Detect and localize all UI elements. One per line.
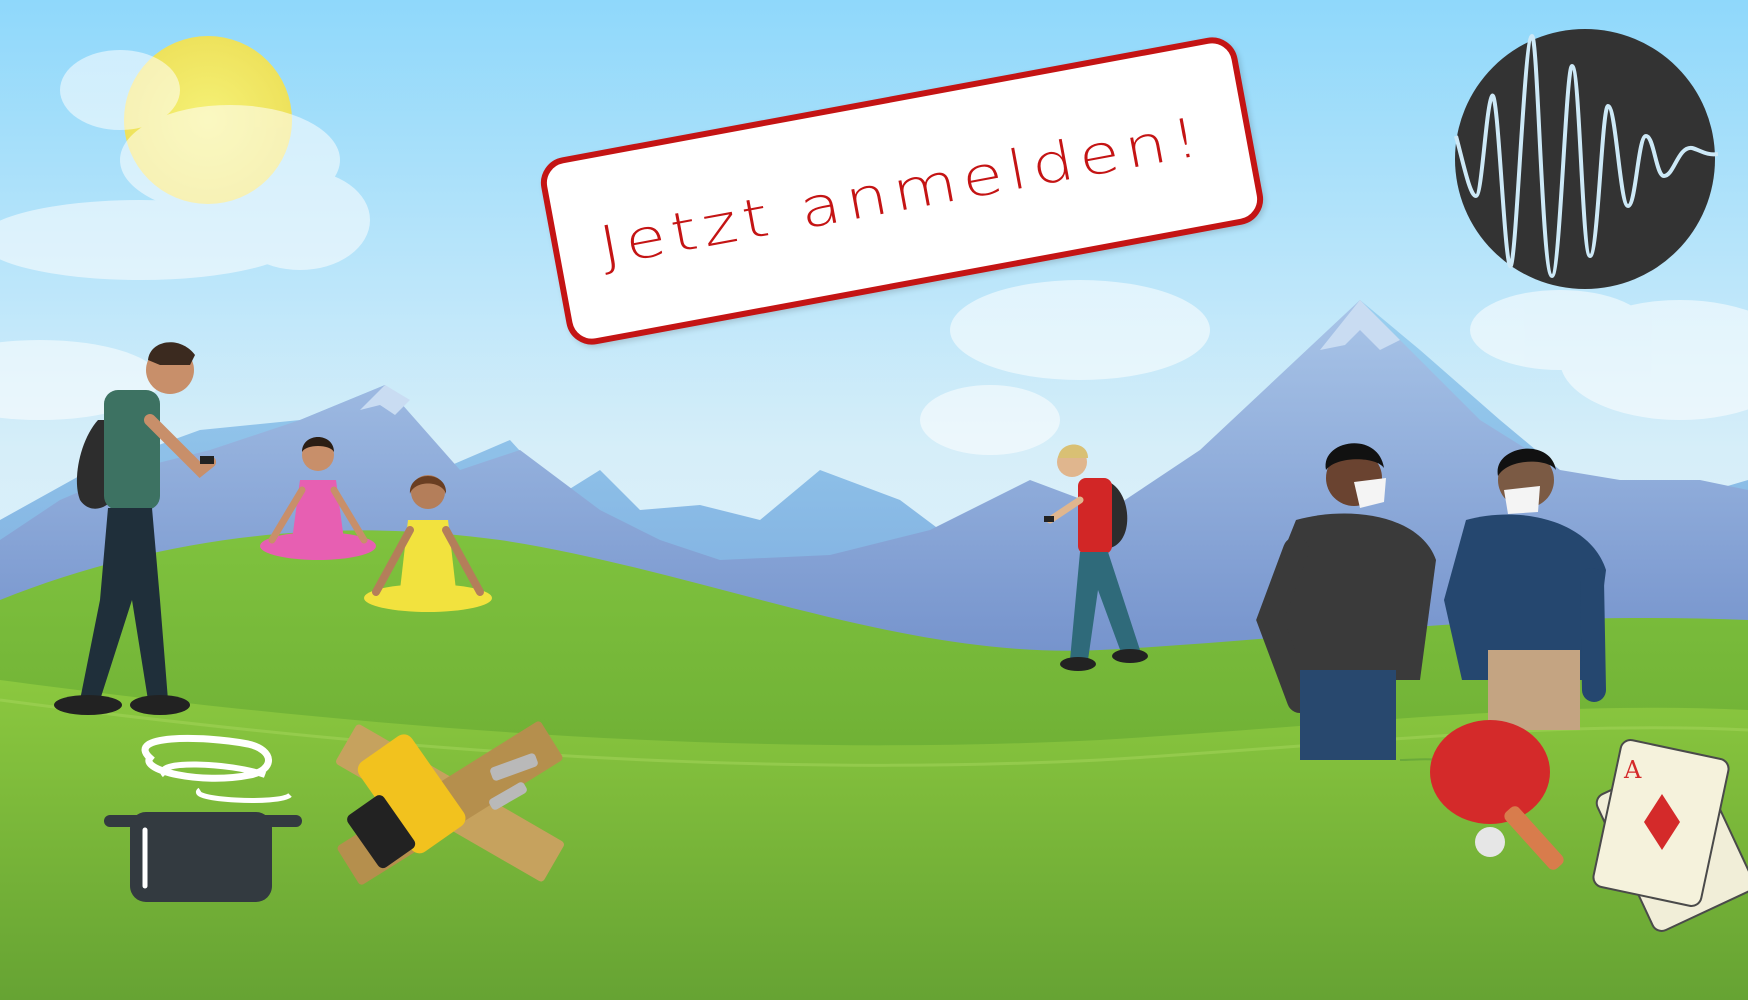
wave-logo-icon xyxy=(1454,29,1718,289)
svg-text:A: A xyxy=(1623,756,1642,784)
banner-scene: A Jetzt anmelden! xyxy=(0,0,1748,1000)
